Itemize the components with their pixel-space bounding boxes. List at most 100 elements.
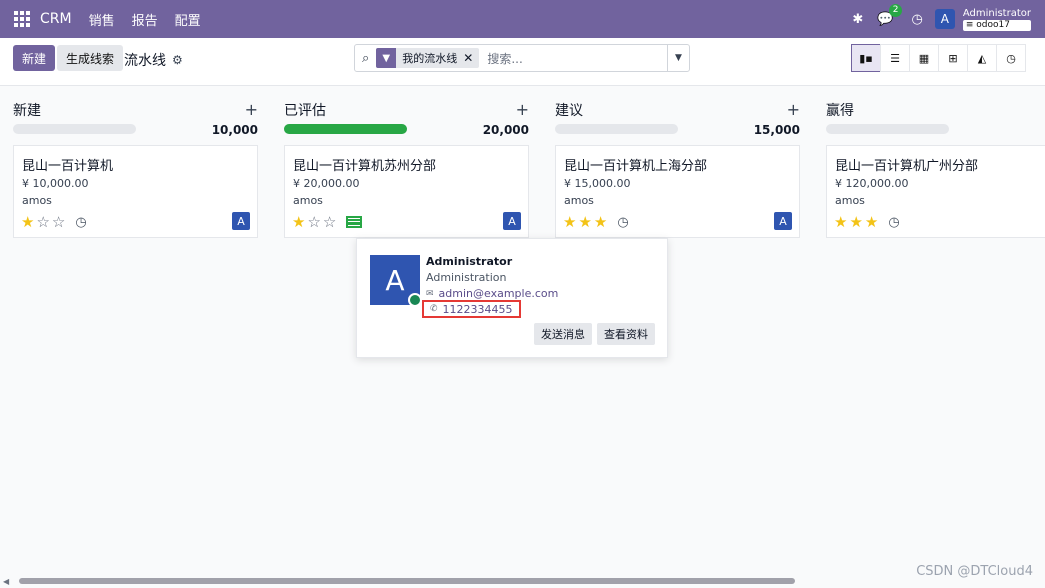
- card-avatar[interactable]: A: [774, 212, 792, 230]
- kanban-card[interactable]: 昆山一百计算机上海分部 ¥ 15,000.00 amos ★ ★ ★ ◷ A: [555, 145, 800, 238]
- card-title: 昆山一百计算机广州分部: [835, 159, 979, 174]
- card-contact: amos: [22, 194, 52, 207]
- clock-icon[interactable]: ◷: [888, 215, 899, 230]
- activity-view-icon[interactable]: ◷: [996, 44, 1026, 72]
- card-contact: amos: [293, 194, 323, 207]
- column-progress-bar[interactable]: [555, 124, 678, 134]
- view-switcher: ▮▪ ☰ ▦ ⊞ ◭ ◷: [851, 44, 1026, 72]
- star-icon[interactable]: ☆: [307, 213, 320, 231]
- star-icon[interactable]: ★: [865, 213, 878, 231]
- search-bar: ⌕ ▼ 我的流水线 ✕ 搜索... ▼: [354, 44, 690, 72]
- graph-view-icon[interactable]: ◭: [967, 44, 997, 72]
- card-contact: amos: [835, 194, 865, 207]
- card-amount: ¥ 120,000.00: [835, 177, 909, 190]
- kanban-card[interactable]: 昆山一百计算机广州分部 ¥ 120,000.00 amos ★ ★ ★ ◷: [826, 145, 1045, 238]
- clock-icon[interactable]: ◷: [911, 12, 922, 27]
- online-status-icon: [408, 293, 422, 307]
- card-amount: ¥ 20,000.00: [293, 177, 360, 190]
- search-icon[interactable]: ⌕: [362, 51, 369, 66]
- new-button[interactable]: 新建: [13, 45, 56, 71]
- column-progress-bar[interactable]: [13, 124, 136, 134]
- star-icon[interactable]: ★: [594, 213, 607, 231]
- db-badge: ≡ odoo17: [962, 19, 1031, 31]
- star-icon[interactable]: ★: [21, 213, 34, 231]
- column-sum: 20,000: [482, 123, 529, 137]
- phone-text: 1122334455: [442, 302, 513, 316]
- watermark: CSDN @DTCloud4: [916, 564, 1033, 579]
- star-icon[interactable]: ☆: [36, 213, 49, 231]
- list-view-icon[interactable]: ☰: [880, 44, 910, 72]
- user-popover: A Administrator Administration ✉ admin@ex…: [356, 238, 668, 358]
- top-navbar: CRM 销售 报告 配置 ✱ 💬 2 ◷ A Administrator ≡ od…: [0, 0, 1045, 38]
- add-icon[interactable]: +: [787, 100, 800, 119]
- star-icon[interactable]: ★: [563, 213, 576, 231]
- add-icon[interactable]: +: [245, 100, 258, 119]
- card-title: 昆山一百计算机苏州分部: [293, 159, 437, 174]
- priority-stars: ★ ★ ★ ◷: [563, 213, 629, 231]
- popover-phone[interactable]: ✆ 1122334455: [422, 300, 521, 318]
- menu-item-reports[interactable]: 报告: [132, 10, 158, 29]
- navbar-systray: ✱ 💬 2 ◷ A Administrator ≡ odoo17: [838, 0, 1031, 38]
- filter-icon: ▼: [376, 48, 397, 68]
- priority-stars: ★ ★ ★ ◷: [834, 213, 900, 231]
- clock-icon[interactable]: ◷: [617, 215, 628, 230]
- generate-leads-button[interactable]: 生成线索: [57, 45, 124, 71]
- card-title: 昆山一百计算机: [22, 159, 114, 174]
- popover-email[interactable]: ✉ admin@example.com: [426, 287, 558, 300]
- column-progress-bar[interactable]: [826, 124, 949, 134]
- column-sum: 15,000: [753, 123, 800, 137]
- column-header: 建议 +: [555, 100, 800, 119]
- facet-label: 我的流水线: [402, 52, 458, 65]
- column-header: 赢得: [826, 100, 1045, 119]
- star-icon[interactable]: ★: [578, 213, 591, 231]
- control-panel: 新建 生成线索 流水线 ⚙ ⌕ ▼ 我的流水线 ✕ 搜索... ▼ ▮▪ ☰ ▦…: [0, 38, 1045, 86]
- calendar-view-icon[interactable]: ▦: [909, 44, 939, 72]
- user-avatar[interactable]: A: [934, 9, 955, 29]
- kanban-view-icon[interactable]: ▮▪: [851, 44, 881, 72]
- send-message-button[interactable]: 发送消息: [534, 323, 592, 345]
- bug-icon[interactable]: ✱: [852, 12, 863, 27]
- priority-stars: ★ ☆ ☆: [292, 213, 363, 231]
- star-icon[interactable]: ★: [292, 213, 305, 231]
- planned-activity-icon[interactable]: [346, 216, 363, 228]
- priority-stars: ★ ☆ ☆ ◷: [21, 213, 87, 231]
- kanban-card[interactable]: 昆山一百计算机苏州分部 ¥ 20,000.00 amos ★ ☆ ☆ A: [284, 145, 529, 238]
- clock-icon[interactable]: ◷: [75, 215, 86, 230]
- close-icon[interactable]: ✕: [463, 51, 479, 65]
- star-icon[interactable]: ★: [849, 213, 862, 231]
- gear-icon[interactable]: ⚙: [172, 53, 183, 67]
- database-icon: ≡: [965, 19, 974, 30]
- card-avatar[interactable]: A: [503, 212, 521, 230]
- search-input[interactable]: 搜索...: [487, 50, 667, 67]
- column-sum: 10,000: [211, 123, 258, 137]
- scroll-left-icon[interactable]: ◀: [3, 577, 9, 586]
- kanban-card[interactable]: 昆山一百计算机 ¥ 10,000.00 amos ★ ☆ ☆ ◷ A: [13, 145, 258, 238]
- page-title: 流水线: [124, 53, 166, 69]
- apps-grid-icon[interactable]: [14, 11, 30, 27]
- popover-name: Administrator: [426, 255, 513, 268]
- chevron-down-icon[interactable]: ▼: [667, 45, 689, 71]
- view-profile-button[interactable]: 查看资料: [597, 323, 655, 345]
- user-menu[interactable]: Administrator ≡ odoo17: [962, 7, 1031, 31]
- card-amount: ¥ 15,000.00: [564, 177, 631, 190]
- star-icon[interactable]: ☆: [52, 213, 65, 231]
- add-icon[interactable]: +: [516, 100, 529, 119]
- scrollbar-thumb[interactable]: [19, 578, 795, 584]
- pivot-view-icon[interactable]: ⊞: [938, 44, 968, 72]
- star-icon[interactable]: ★: [834, 213, 847, 231]
- horizontal-scrollbar[interactable]: ◀: [0, 576, 1045, 586]
- column-header: 已评估 +: [284, 100, 529, 119]
- star-icon[interactable]: ☆: [323, 213, 336, 231]
- chat-icon[interactable]: 💬 2: [877, 3, 903, 27]
- chat-badge: 2: [888, 3, 903, 17]
- card-avatar[interactable]: A: [232, 212, 250, 230]
- column-title: 已评估: [284, 103, 326, 119]
- column-progress-bar[interactable]: [284, 124, 407, 134]
- menu-item-config[interactable]: 配置: [175, 10, 201, 29]
- user-name: Administrator: [962, 7, 1031, 19]
- envelope-icon: ✉: [426, 288, 434, 299]
- menu-item-sales[interactable]: 销售: [89, 10, 115, 29]
- db-name: odoo17: [976, 19, 1010, 30]
- app-brand[interactable]: CRM: [40, 11, 72, 27]
- card-amount: ¥ 10,000.00: [22, 177, 89, 190]
